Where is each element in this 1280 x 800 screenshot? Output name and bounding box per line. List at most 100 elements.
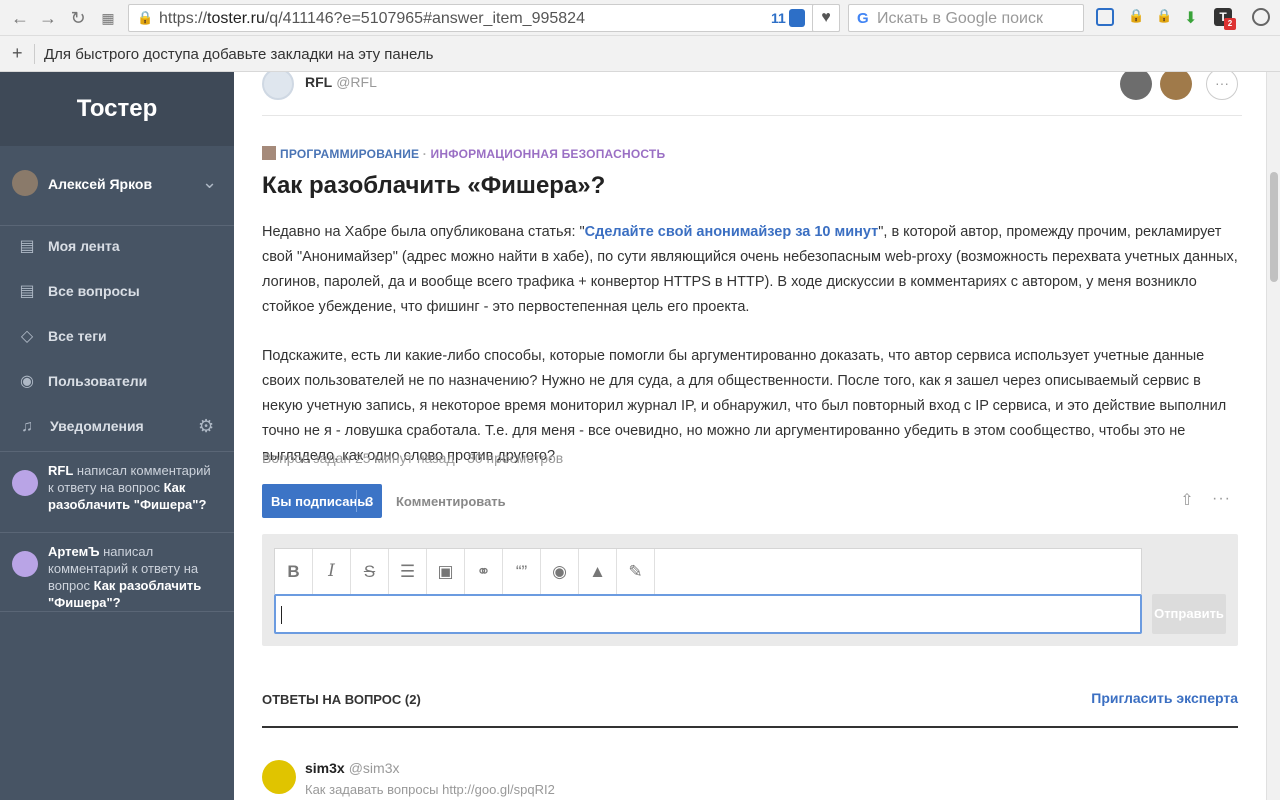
- avatar: [12, 170, 38, 196]
- edit-icon[interactable]: ✎: [617, 549, 655, 594]
- sidebar-item-label: Пользователи: [48, 373, 148, 389]
- browser-toolbar: ← → ↻ ▦ 🔒 https://toster.ru/q/411146?e=5…: [0, 0, 1280, 36]
- share-icon[interactable]: ⇧: [1178, 490, 1196, 512]
- gear-icon[interactable]: ⚙: [198, 416, 214, 437]
- chevron-down-icon[interactable]: ⌄: [202, 172, 217, 193]
- comment-link[interactable]: Комментировать: [396, 494, 506, 509]
- scrollbar[interactable]: [1266, 72, 1280, 800]
- avatar[interactable]: [262, 760, 296, 794]
- sidebar-item-label: Моя лента: [48, 238, 120, 254]
- question-meta: Вопрос задан 25 минут назад · 30 просмот…: [262, 450, 564, 466]
- subscribe-button[interactable]: Вы подписаны 3: [262, 484, 382, 518]
- search-bar[interactable]: G Искать в Google поиск: [848, 4, 1084, 32]
- apps-grid-icon[interactable]: ▦: [96, 6, 120, 30]
- link-icon[interactable]: ⚭: [465, 549, 503, 594]
- padlock-icon[interactable]: 🔒: [1128, 8, 1146, 26]
- answer-author-nick: @sim3x: [348, 760, 400, 776]
- sidebar-item-users[interactable]: ◉ Пользователи: [0, 361, 234, 405]
- author-name[interactable]: RFL @RFL: [305, 74, 377, 90]
- user-name: Алексей Ярков: [48, 176, 153, 192]
- tag-security[interactable]: ИНФОРМАЦИОННАЯ БЕЗОПАСНОСТЬ: [431, 147, 666, 161]
- ext-badge: 2: [1224, 18, 1236, 30]
- forward-icon[interactable]: →: [36, 6, 60, 30]
- toster-ext-icon[interactable]: T2: [1214, 8, 1236, 30]
- strikethrough-icon[interactable]: S: [351, 549, 389, 594]
- comment-input[interactable]: [274, 594, 1142, 634]
- comment-icon: [12, 551, 38, 577]
- editor-toolbar: B I S ☰ ▣ ⚭ “” ◉ ▲ ✎: [274, 548, 1142, 594]
- bell-icon: ♫: [21, 418, 33, 435]
- sidebar-item-label: Все теги: [48, 328, 107, 344]
- sidebar-item-notifications[interactable]: ♫ Уведомления ⚙: [0, 406, 234, 450]
- sidebar: Тостер Алексей Ярков ⌄ ▤ Моя лента ▤ Все…: [0, 72, 234, 800]
- author-nick: @RFL: [336, 74, 377, 90]
- answer-author-name[interactable]: sim3x @sim3x: [305, 760, 399, 776]
- page-title: Как разоблачить «Фишера»?: [262, 172, 606, 199]
- italic-icon[interactable]: I: [313, 549, 351, 594]
- text-caret: [281, 606, 282, 624]
- notification-text: АртемЪ написал комментарий к ответу на в…: [48, 544, 202, 610]
- divider: [34, 44, 35, 64]
- question-author: RFL @RFL ···: [262, 72, 1242, 116]
- question-tags: ПРОГРАММИРОВАНИЕ · ИНФОРМАЦИОННАЯ БЕЗОПА…: [262, 146, 665, 161]
- shield-icon[interactable]: [789, 9, 805, 27]
- tag-icon[interactable]: ▲: [579, 549, 617, 594]
- subscriber-avatar[interactable]: [1120, 72, 1152, 100]
- extension-icon[interactable]: [1096, 8, 1114, 26]
- tag-separator: ·: [419, 147, 431, 161]
- brand-logo[interactable]: Тостер: [0, 72, 234, 146]
- preview-icon[interactable]: ◉: [541, 549, 579, 594]
- google-icon: G: [857, 10, 869, 27]
- send-button[interactable]: Отправить: [1152, 594, 1226, 634]
- answer-author-description: Как задавать вопросы http://goo.gl/spqRI…: [305, 782, 555, 797]
- avatar[interactable]: [262, 72, 294, 100]
- lock-icon: 🔒: [137, 10, 154, 25]
- comment-editor: B I S ☰ ▣ ⚭ “” ◉ ▲ ✎ Отправить: [262, 534, 1238, 646]
- notification-text: RFL написал комментарий к ответу на вопр…: [48, 463, 211, 512]
- plus-icon[interactable]: +: [12, 43, 23, 64]
- notification-item[interactable]: АртемЪ написал комментарий к ответу на в…: [0, 532, 234, 612]
- feed-icon: ▤: [19, 238, 35, 255]
- sidebar-item-label: Уведомления: [50, 418, 144, 434]
- orange-lock-icon[interactable]: 🔒: [1156, 8, 1174, 26]
- divider: [356, 490, 357, 512]
- heart-icon[interactable]: ♥: [812, 4, 840, 32]
- article-link[interactable]: Сделайте свой анонимайзер за 10 минут: [585, 224, 879, 240]
- bookmarks-bar: + Для быстрого доступа добавьте закладки…: [0, 36, 1280, 72]
- comment-icon: [12, 470, 38, 496]
- sidebar-item-feed[interactable]: ▤ Моя лента: [0, 226, 234, 270]
- notification-item[interactable]: RFL написал комментарий к ответу на вопр…: [0, 451, 234, 531]
- scroll-thumb[interactable]: [1270, 172, 1278, 282]
- user-menu[interactable]: Алексей Ярков ⌄: [0, 146, 234, 226]
- answers-title: ОТВЕТЫ НА ВОПРОС (2): [262, 692, 421, 707]
- back-icon[interactable]: ←: [8, 6, 32, 30]
- clock-icon[interactable]: [1252, 8, 1270, 26]
- subscribe-count: 3: [366, 494, 374, 509]
- image-icon[interactable]: ▣: [427, 549, 465, 594]
- search-placeholder: Искать в Google поиск: [877, 10, 1043, 27]
- subscribe-label: Вы подписаны: [271, 494, 369, 509]
- tag-image-icon: [262, 146, 276, 160]
- question-paragraph: Недавно на Хабре была опубликована стать…: [262, 224, 1238, 315]
- sidebar-item-label: Все вопросы: [48, 283, 140, 299]
- address-bar[interactable]: 🔒 https://toster.ru/q/411146?e=5107965#a…: [128, 4, 840, 32]
- users-icon: ◉: [20, 373, 34, 390]
- invite-expert-link[interactable]: Пригласить эксперта: [1091, 690, 1238, 706]
- url-text: https://toster.ru/q/411146?e=5107965#ans…: [159, 10, 585, 27]
- download-icon[interactable]: ⬇: [1184, 8, 1202, 27]
- reload-icon[interactable]: ↻: [66, 6, 90, 30]
- list-icon: ▤: [19, 283, 35, 300]
- bookmarks-hint: Для быстрого доступа добавьте закладки н…: [44, 46, 434, 63]
- bold-icon[interactable]: B: [275, 549, 313, 594]
- sidebar-item-tags[interactable]: ◇ Все теги: [0, 316, 234, 360]
- tag-programming[interactable]: ПРОГРАММИРОВАНИЕ: [280, 147, 419, 161]
- main-content: RFL @RFL ··· ПРОГРАММИРОВАНИЕ · ИНФОРМАЦИ…: [234, 72, 1266, 800]
- subscriber-avatar[interactable]: [1160, 72, 1192, 100]
- answers-header: ОТВЕТЫ НА ВОПРОС (2) Пригласить эксперта: [262, 690, 1238, 728]
- sidebar-item-questions[interactable]: ▤ Все вопросы: [0, 271, 234, 315]
- more-icon[interactable]: ···: [1212, 490, 1232, 512]
- quote-icon[interactable]: “”: [503, 549, 541, 594]
- url-badge: 11: [771, 10, 786, 26]
- more-subscribers-icon[interactable]: ···: [1206, 72, 1238, 100]
- list-icon[interactable]: ☰: [389, 549, 427, 594]
